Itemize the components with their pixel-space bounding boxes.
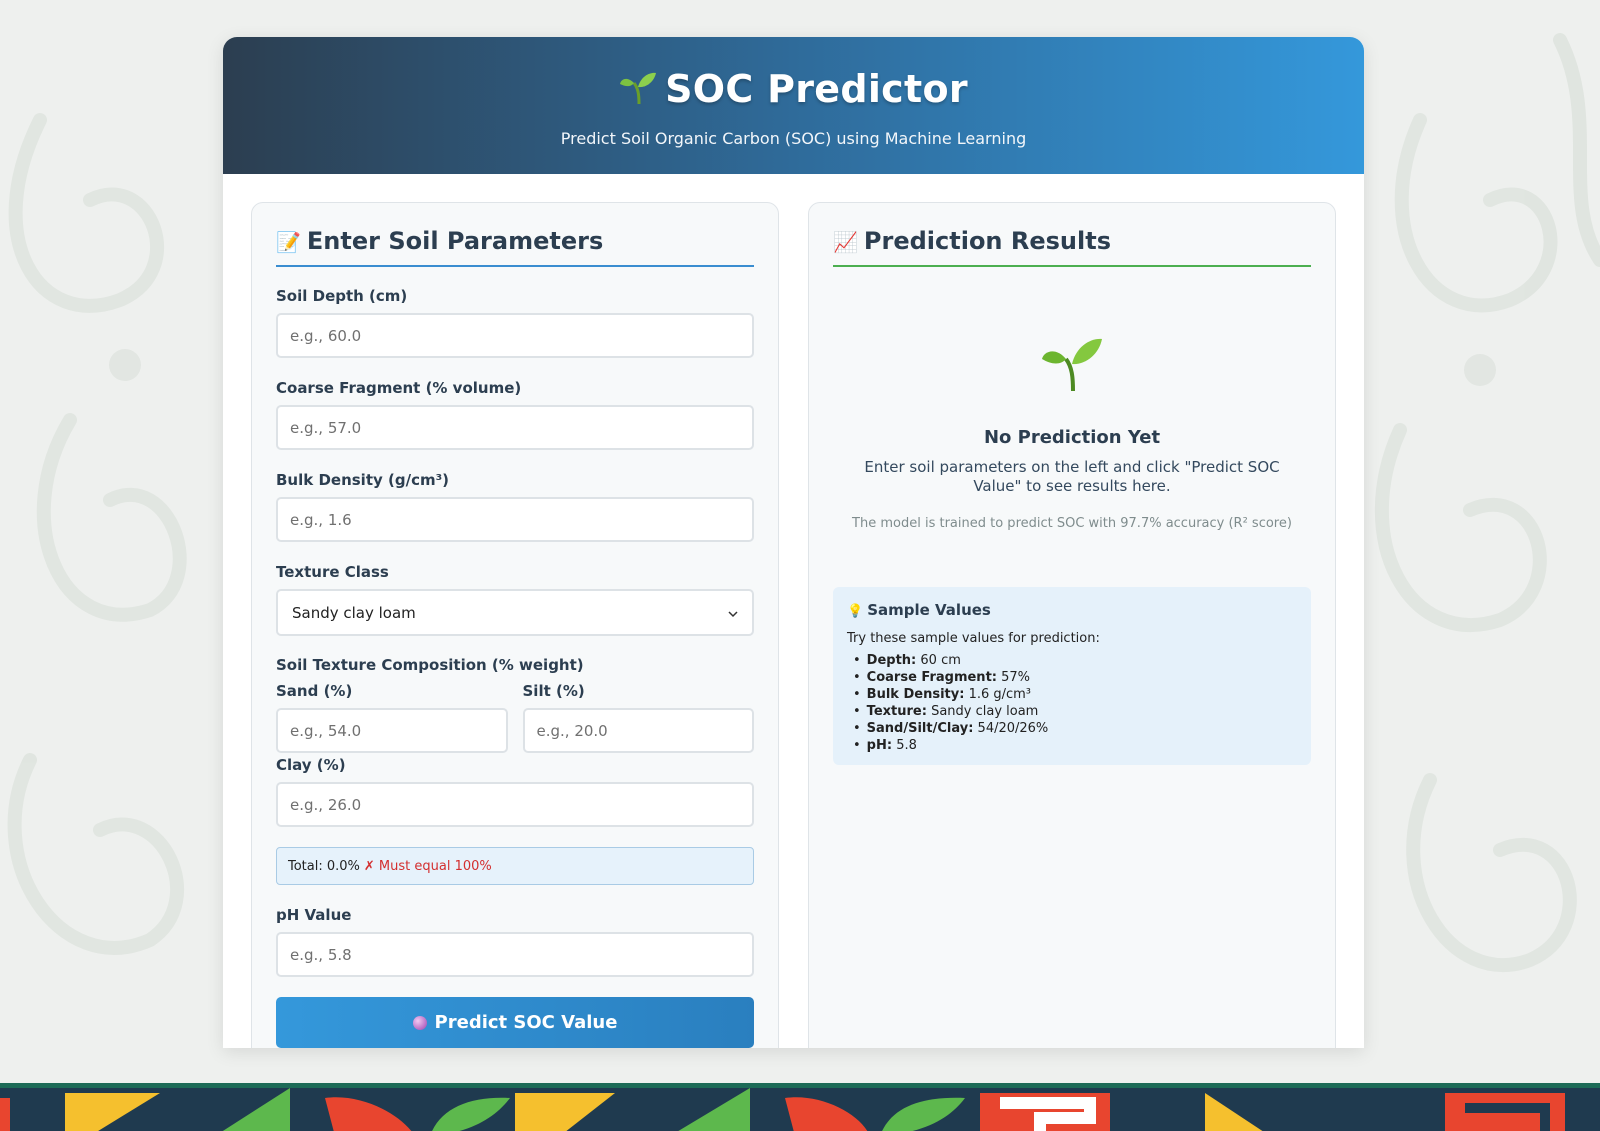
total-error: ✗ Must equal 100% <box>363 858 492 874</box>
form-heading-text: Enter Soil Parameters <box>306 227 604 255</box>
empty-state-title: No Prediction Yet <box>983 427 1161 448</box>
memo-icon: 📝 <box>276 230 301 254</box>
depth-input[interactable] <box>276 313 754 358</box>
bulk-density-input[interactable] <box>276 497 754 542</box>
texture-select[interactable]: Sandy clay loam <box>276 589 754 636</box>
depth-field: Soil Depth (cm) <box>276 287 754 358</box>
predict-button-label: Predict SOC Value <box>434 1012 618 1033</box>
texture-label: Texture Class <box>276 563 389 581</box>
soil-parameters-panel: 📝Enter Soil Parameters Soil Depth (cm) C… <box>251 202 779 1048</box>
list-item: Sand/Silt/Clay: 54/20/26% <box>847 720 1297 737</box>
seedling-icon <box>1040 335 1104 397</box>
texture-selected-value: Sandy clay loam <box>292 603 416 622</box>
coarse-field: Coarse Fragment (% volume) <box>276 379 754 450</box>
results-heading: 📈 Prediction Results <box>833 227 1311 267</box>
sample-heading: 💡 Sample Values <box>847 601 1297 619</box>
list-item: pH: 5.8 <box>847 737 1297 754</box>
list-item: Texture: Sandy clay loam <box>847 703 1297 720</box>
bulk-density-label: Bulk Density (g/cm³) <box>276 471 450 489</box>
composition-total-status: Total: 0.0% ✗ Must equal 100% <box>276 847 754 885</box>
coarse-label: Coarse Fragment (% volume) <box>276 379 522 397</box>
bulk-density-field: Bulk Density (g/cm³) <box>276 471 754 542</box>
predict-button[interactable]: Predict SOC Value <box>276 997 754 1048</box>
model-accuracy-note: The model is trained to predict SOC with… <box>852 516 1292 531</box>
sample-values-box: 💡 Sample Values Try these sample values f… <box>833 587 1311 765</box>
app-header: SOC Predictor Predict Soil Organic Carbo… <box>223 37 1364 174</box>
sample-intro: Try these sample values for prediction: <box>847 631 1100 646</box>
form-heading: 📝 Enter Soil Parameters <box>276 227 754 267</box>
chevron-down-icon <box>728 604 738 622</box>
texture-field: Texture Class Sandy clay loam <box>276 563 754 636</box>
silt-label: Silt (%) <box>522 682 585 700</box>
depth-label: Soil Depth (cm) <box>276 287 408 305</box>
coarse-input[interactable] <box>276 405 754 450</box>
list-item: Coarse Fragment: 57% <box>847 669 1297 686</box>
composition-field: Soil Texture Composition (% weight) Sand… <box>276 656 754 827</box>
results-heading-text: Prediction Results <box>863 227 1111 255</box>
sample-list: Depth: 60 cm Coarse Fragment: 57% Bulk D… <box>847 652 1297 754</box>
empty-state-text: Enter soil parameters on the left and cl… <box>864 458 1280 495</box>
prediction-results-panel: 📈 Prediction Results No Prediction Yet En… <box>808 202 1336 1048</box>
ph-label: pH Value <box>276 906 352 924</box>
composition-label: Soil Texture Composition (% weight) <box>276 656 584 674</box>
app-title: SOC Predictor <box>223 67 1364 115</box>
app-subtitle: Predict Soil Organic Carbon (SOC) using … <box>560 129 1027 148</box>
clay-label: Clay (%) <box>276 756 346 774</box>
list-item: Depth: 60 cm <box>847 652 1297 669</box>
sand-label: Sand (%) <box>276 682 353 700</box>
footer-decoration <box>0 1083 1600 1131</box>
sand-input[interactable] <box>276 708 508 753</box>
chart-increasing-icon: 📈 <box>833 230 858 254</box>
crystal-ball-icon <box>412 1015 427 1030</box>
total-text: Total: 0.0% <box>288 858 360 874</box>
ph-input[interactable] <box>276 932 754 977</box>
sample-heading-text: Sample Values <box>867 601 991 619</box>
list-item: Bulk Density: 1.6 g/cm³ <box>847 686 1297 703</box>
lightbulb-icon: 💡 <box>847 604 864 619</box>
clay-input[interactable] <box>276 782 754 827</box>
empty-state: No Prediction Yet Enter soil parameters … <box>809 335 1335 533</box>
app-container: SOC Predictor Predict Soil Organic Carbo… <box>223 37 1364 1048</box>
seedling-icon <box>619 70 657 115</box>
app-title-text: SOC Predictor <box>665 67 968 111</box>
silt-input[interactable] <box>522 708 754 753</box>
ph-field: pH Value <box>276 906 754 977</box>
